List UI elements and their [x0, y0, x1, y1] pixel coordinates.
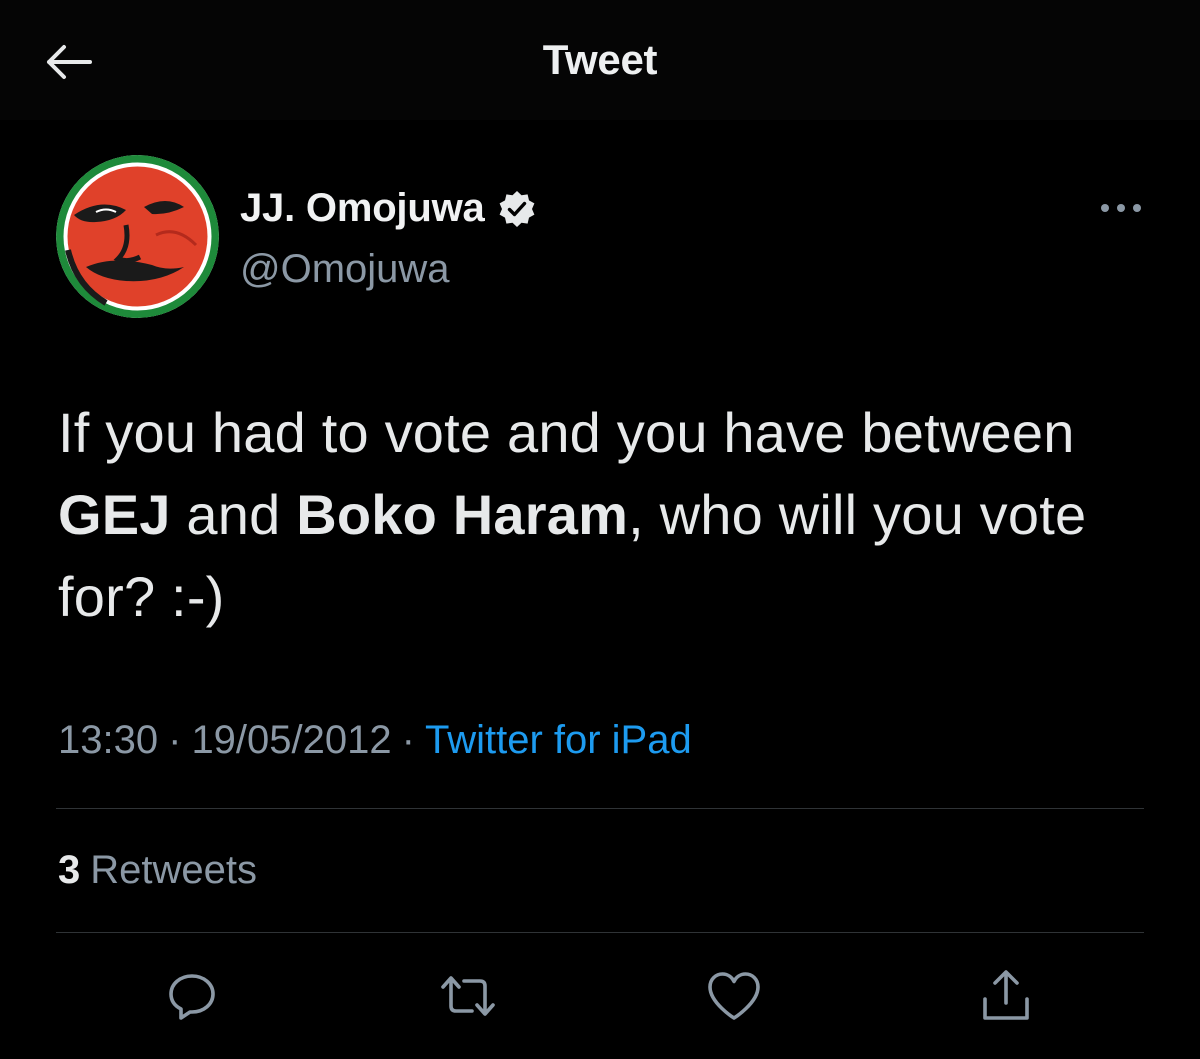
- page-title: Tweet: [542, 36, 658, 83]
- divider: [56, 808, 1144, 809]
- tweet-text-segment: and: [170, 483, 297, 546]
- author-name[interactable]: JJ. Omojuwa: [240, 186, 537, 231]
- like-button[interactable]: [704, 966, 764, 1026]
- avatar[interactable]: [56, 155, 219, 318]
- more-icon: [1101, 204, 1141, 212]
- tweet-source-link[interactable]: Twitter for iPad: [425, 718, 692, 762]
- tweet-meta: 13:30 · 19/05/2012 · Twitter for iPad: [58, 718, 692, 763]
- tweet-text: If you had to vote and you have between …: [58, 392, 1158, 638]
- retweets-count: 3: [58, 848, 81, 892]
- share-icon: [983, 970, 1029, 1020]
- verified-badge-icon: [497, 189, 537, 229]
- author-handle[interactable]: @Omojuwa: [240, 247, 450, 292]
- tweet-date: 19/05/2012: [191, 718, 392, 762]
- heart-icon: [708, 972, 760, 1020]
- share-button[interactable]: [976, 966, 1036, 1026]
- retweets-label: Retweets: [90, 848, 257, 892]
- reply-button[interactable]: [162, 966, 222, 1026]
- retweet-icon: [441, 976, 495, 1016]
- meta-separator: ·: [168, 718, 182, 762]
- top-bar: Tweet: [0, 0, 1200, 120]
- tweet-text-bold-gej: GEJ: [58, 483, 171, 546]
- tweet-text-segment: If you had to vote and you have between: [58, 401, 1075, 464]
- tweet-text-bold-boko-haram: Boko Haram: [296, 483, 629, 546]
- retweets-stat[interactable]: 3 Retweets: [58, 848, 257, 893]
- tweet-time: 13:30: [58, 718, 159, 762]
- reply-icon: [169, 974, 215, 1020]
- divider: [56, 932, 1144, 933]
- meta-separator: ·: [401, 718, 415, 762]
- more-options-button[interactable]: [1094, 193, 1148, 223]
- retweet-button[interactable]: [438, 966, 498, 1026]
- avatar-image: [56, 155, 219, 318]
- display-name-text: JJ. Omojuwa: [240, 186, 485, 230]
